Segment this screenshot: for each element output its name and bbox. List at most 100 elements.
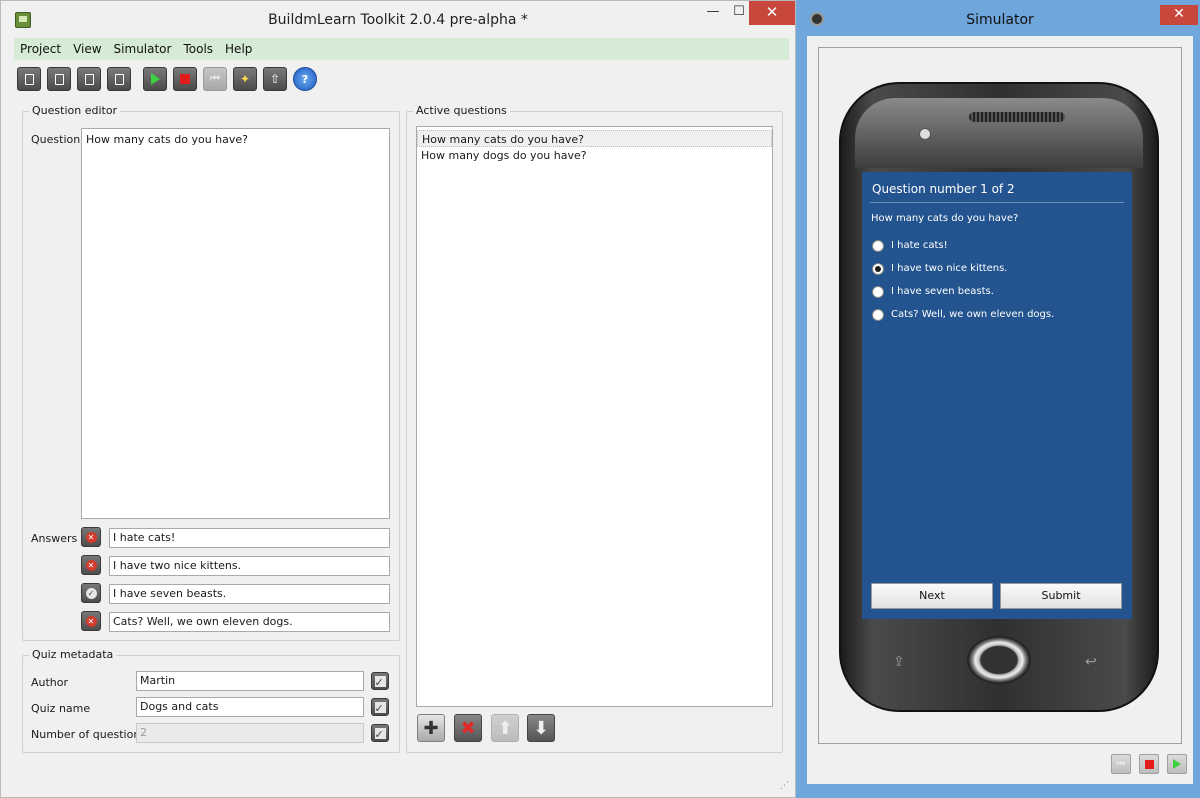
quiz-name-input[interactable]: Dogs and cats [136, 697, 364, 717]
sim-play-button[interactable] [1167, 754, 1187, 774]
active-question-item[interactable]: How many dogs do you have? [417, 147, 772, 164]
skip-back-icon: ⏮ [1116, 759, 1126, 769]
open-project-button[interactable] [47, 67, 71, 91]
answer-2-input[interactable]: I have two nice kittens. [109, 556, 390, 576]
run-simulator-button[interactable] [143, 67, 167, 91]
radio-button[interactable] [872, 285, 884, 298]
sim-first-button[interactable]: ⏮ [1111, 754, 1131, 774]
sim-option-3[interactable]: I have seven beasts. [872, 280, 1054, 303]
move-down-button[interactable]: ⬇ [527, 714, 555, 742]
menu-view[interactable]: View [73, 42, 101, 56]
answer-2-mark-button[interactable]: ✕ [81, 555, 101, 575]
stop-icon [180, 74, 190, 84]
wrong-answer-icon: ✕ [85, 615, 97, 627]
simulator-window: Simulator ✕ Question number 1 of 2 How m… [800, 0, 1200, 792]
correct-answer-icon: ✓ [85, 587, 97, 599]
back-softkey-icon[interactable]: ↩ [1085, 654, 1097, 670]
check-icon: ✓ [374, 701, 386, 715]
answer-3-mark-button[interactable]: ✓ [81, 583, 101, 603]
quiz-name-confirm-button[interactable]: ✓ [371, 698, 389, 716]
menu-tools[interactable]: Tools [183, 42, 213, 56]
stop-simulator-button[interactable] [173, 67, 197, 91]
play-icon [150, 73, 160, 85]
radio-button[interactable] [872, 262, 884, 275]
author-confirm-button[interactable]: ✓ [371, 672, 389, 690]
question-textarea[interactable]: How many cats do you have? [81, 128, 390, 519]
simulator-frame: Question number 1 of 2 How many cats do … [818, 47, 1182, 744]
home-softkey-icon[interactable]: ⇪ [893, 654, 905, 670]
radio-button[interactable] [872, 308, 884, 321]
sim-submit-button[interactable]: Submit [1000, 583, 1122, 609]
open-document-icon [54, 73, 64, 85]
phone-bottom-bezel: ⇪ ↩ [853, 636, 1141, 696]
minimize-button[interactable]: — [699, 1, 727, 25]
answer-1-mark-button[interactable]: ✕ [81, 527, 101, 547]
plus-icon: ✚ [423, 717, 439, 739]
simulator-title: Simulator [966, 12, 1034, 28]
wrong-answer-icon: ✕ [85, 531, 97, 543]
magic-wand-icon: ✦ [239, 72, 251, 86]
save-as-project-button[interactable] [107, 67, 131, 91]
skip-back-icon: ⏮ [210, 72, 220, 85]
new-project-button[interactable] [17, 67, 41, 91]
question-number-header: Question number 1 of 2 [872, 182, 1015, 196]
save-project-button[interactable] [77, 67, 101, 91]
window-title: BuildmLearn Toolkit 2.0.4 pre-alpha * [268, 12, 528, 28]
help-icon: ? [301, 72, 309, 86]
author-input[interactable]: Martin [136, 671, 364, 691]
menu-project[interactable]: Project [20, 42, 61, 56]
sim-question-text: How many cats do you have? [871, 213, 1019, 224]
active-question-item[interactable]: How many cats do you have? [417, 130, 772, 147]
sim-options: I hate cats! I have two nice kittens. I … [872, 234, 1054, 326]
radio-button[interactable] [872, 239, 884, 252]
menu-bar: Project View Simulator Tools Help [14, 38, 789, 60]
play-icon [1173, 759, 1181, 769]
question-editor-title: Question editor [29, 104, 121, 117]
move-up-button[interactable]: ⬆ [491, 714, 519, 742]
new-document-icon [24, 73, 34, 85]
delete-icon: ✖ [460, 717, 476, 739]
phone-camera-icon [919, 128, 931, 140]
sim-option-label: Cats? Well, we own eleven dogs. [891, 309, 1055, 320]
sim-option-2[interactable]: I have two nice kittens. [872, 257, 1054, 280]
help-button[interactable]: ? [293, 67, 317, 91]
check-icon: ✓ [374, 675, 386, 689]
number-of-questions-label: Number of questions [31, 728, 147, 741]
author-label: Author [31, 676, 69, 689]
answer-3-input[interactable]: I have seven beasts. [109, 584, 390, 604]
answer-4-input[interactable]: Cats? Well, we own eleven dogs. [109, 612, 390, 632]
sim-option-4[interactable]: Cats? Well, we own eleven dogs. [872, 303, 1054, 326]
simulator-close-button[interactable]: ✕ [1160, 5, 1198, 25]
number-of-questions-confirm-button[interactable]: ✓ [371, 724, 389, 742]
phone-screen: Question number 1 of 2 How many cats do … [862, 172, 1132, 619]
title-bar: BuildmLearn Toolkit 2.0.4 pre-alpha * — … [1, 1, 795, 37]
export-icon: ⇧ [269, 72, 281, 86]
check-icon: ✓ [374, 727, 386, 741]
size-grip-icon[interactable]: ⋰ [780, 781, 789, 791]
phone-home-button[interactable] [967, 636, 1031, 684]
first-screen-button[interactable]: ⏮ [203, 67, 227, 91]
remove-question-button[interactable]: ✖ [454, 714, 482, 742]
menu-simulator[interactable]: Simulator [114, 42, 172, 56]
close-button[interactable]: ✕ [749, 1, 795, 25]
main-window: BuildmLearn Toolkit 2.0.4 pre-alpha * — … [0, 0, 796, 798]
stop-icon [1144, 759, 1154, 769]
arrow-up-icon: ⬆ [497, 717, 513, 739]
wrong-answer-icon: ✕ [85, 559, 97, 571]
generate-apk-button[interactable]: ✦ [233, 67, 257, 91]
sim-option-1[interactable]: I hate cats! [872, 234, 1054, 257]
export-button[interactable]: ⇧ [263, 67, 287, 91]
sim-stop-button[interactable] [1139, 754, 1159, 774]
arrow-down-icon: ⬇ [533, 717, 549, 739]
sim-next-button[interactable]: Next [871, 583, 993, 609]
answer-1-input[interactable]: I hate cats! [109, 528, 390, 548]
answer-4-mark-button[interactable]: ✕ [81, 611, 101, 631]
number-of-questions-field: 2 [136, 723, 364, 743]
quiz-metadata-title: Quiz metadata [29, 648, 117, 661]
add-question-button[interactable]: ✚ [417, 714, 445, 742]
simulator-controls: ⏮ [1103, 754, 1187, 774]
active-questions-list: How many cats do you have? How many dogs… [416, 126, 773, 707]
save-document-icon [84, 73, 94, 85]
sim-option-label: I have two nice kittens. [891, 263, 1008, 274]
menu-help[interactable]: Help [225, 42, 252, 56]
